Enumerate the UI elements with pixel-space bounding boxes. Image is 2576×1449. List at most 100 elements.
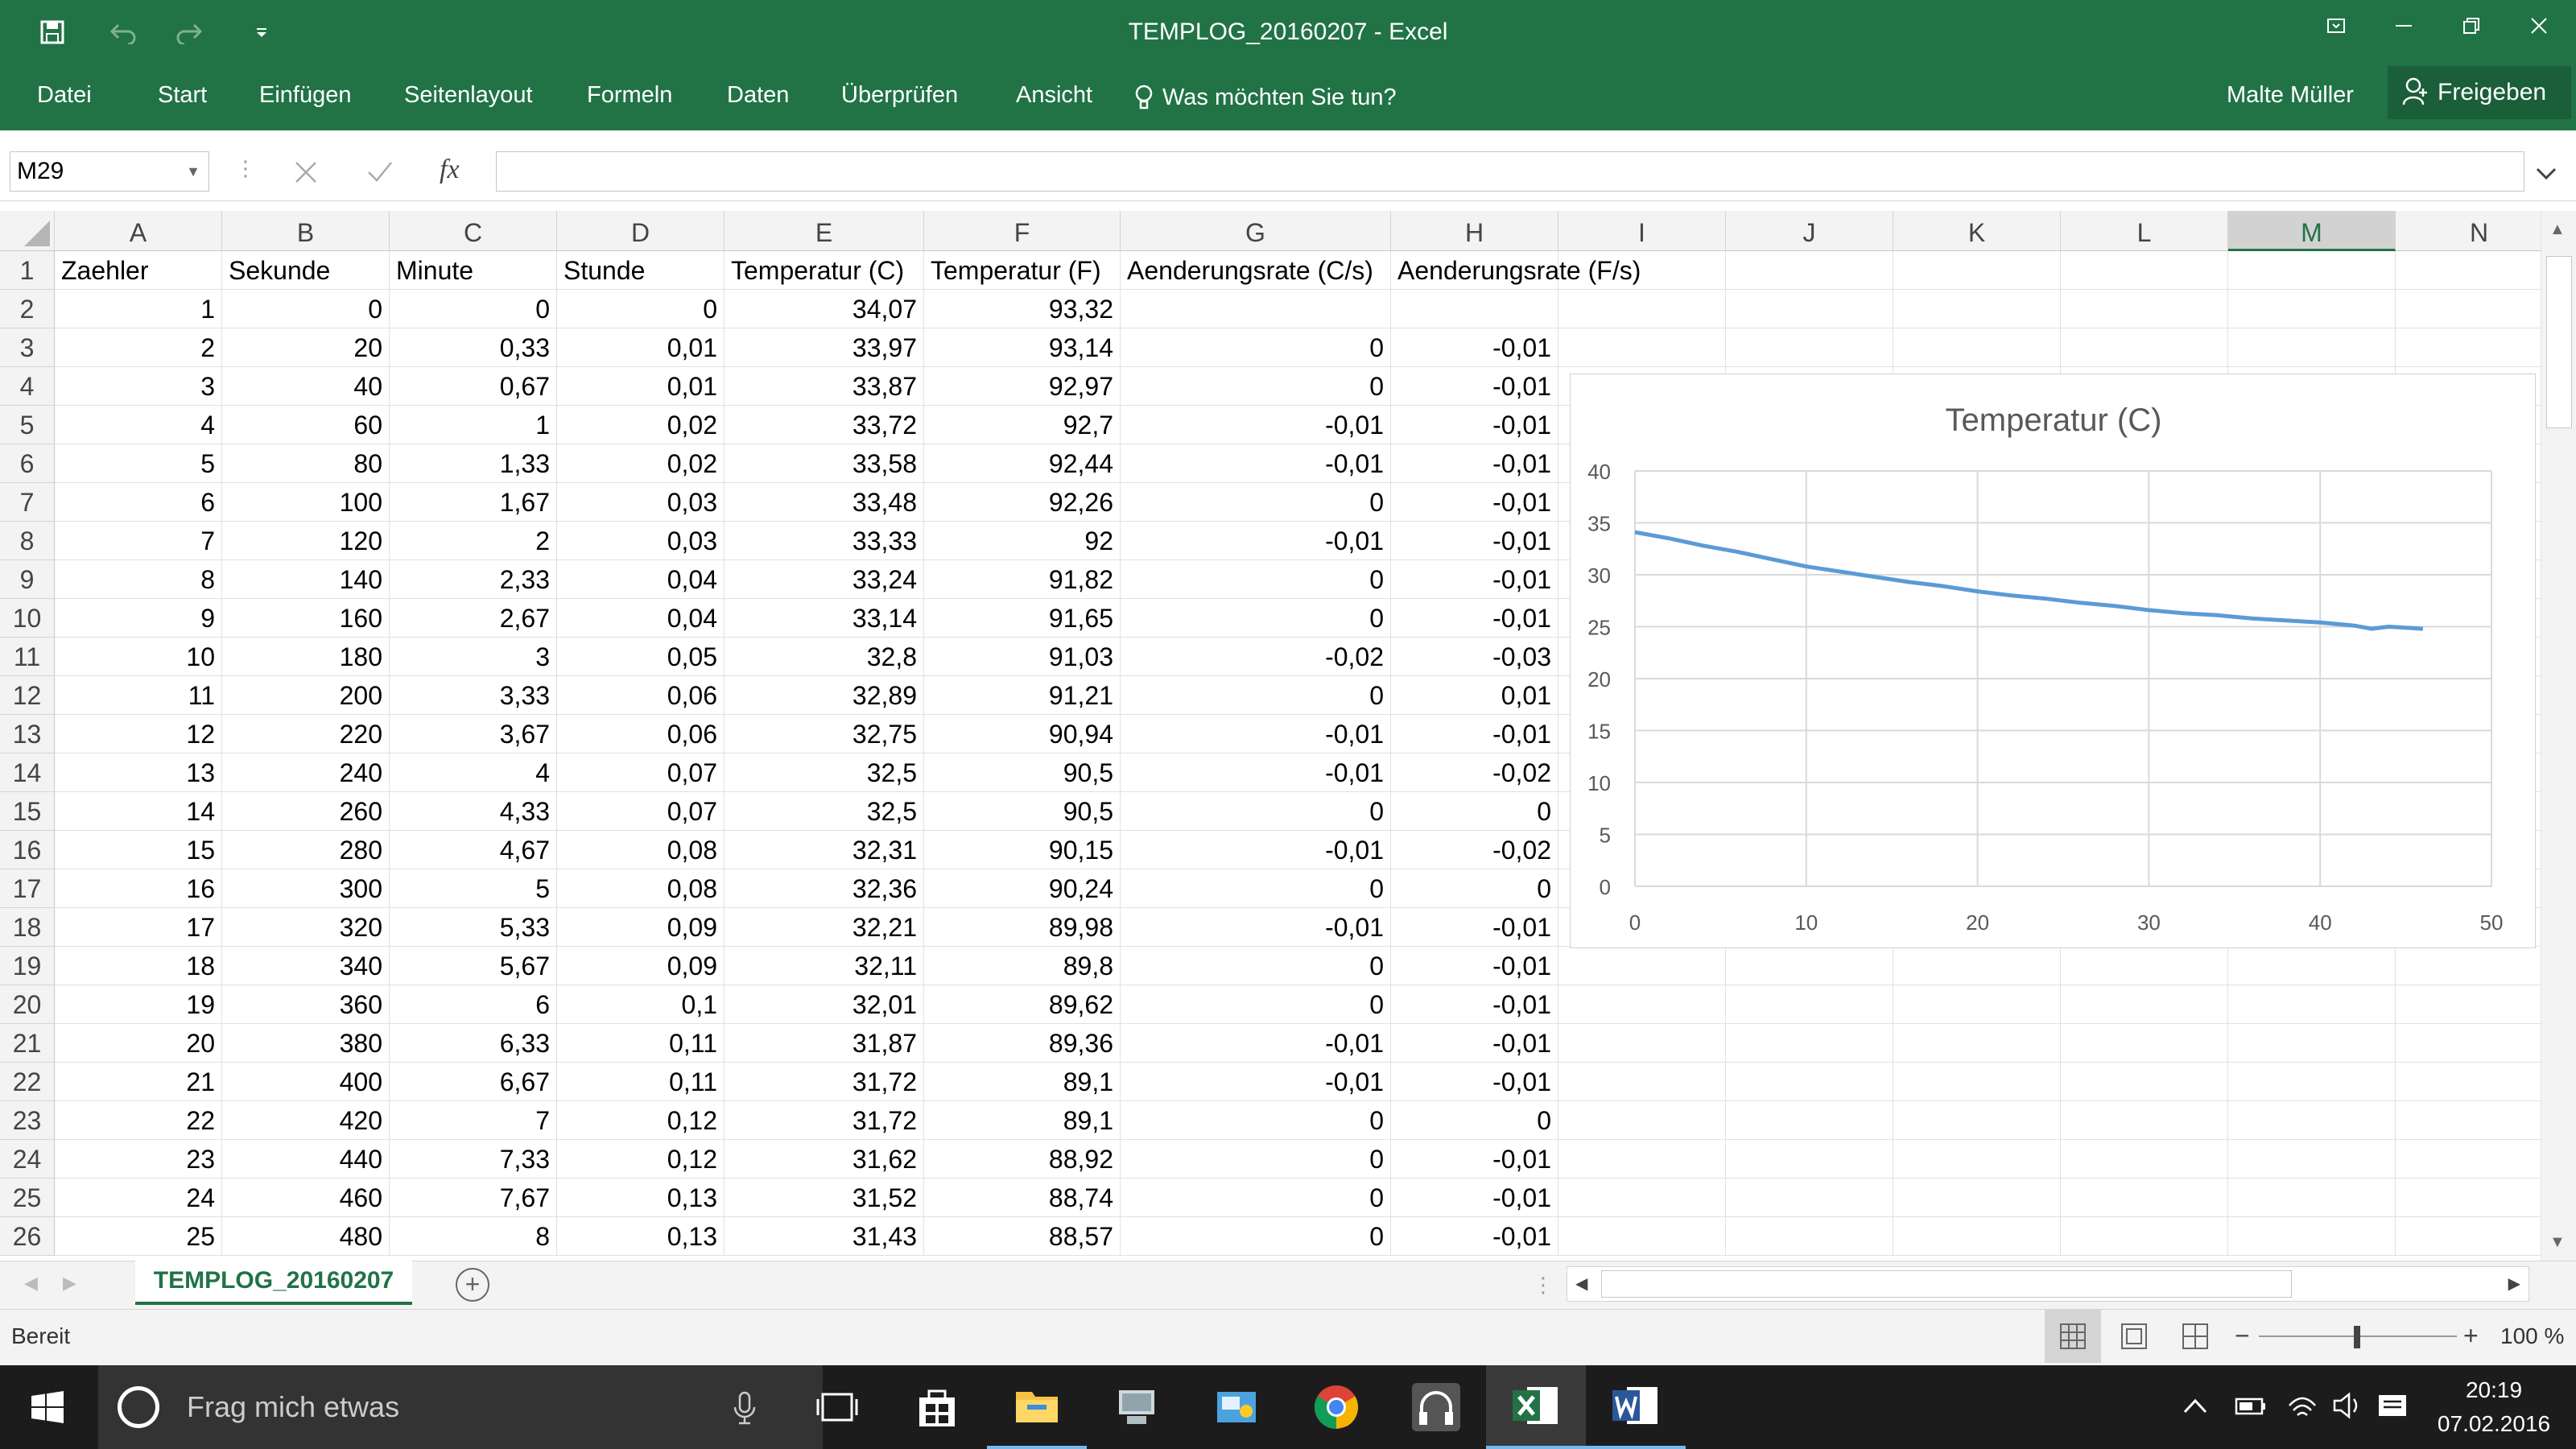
row-header[interactable]: 16 (0, 831, 55, 869)
table-cell[interactable]: 0 (1121, 1140, 1391, 1179)
column-header[interactable]: B (222, 211, 390, 251)
table-cell[interactable]: 0,03 (557, 522, 724, 560)
user-name[interactable]: Malte Müller (2227, 64, 2354, 130)
table-cell[interactable]: 0,08 (557, 831, 724, 869)
table-cell[interactable]: 14 (55, 792, 222, 831)
table-cell[interactable]: 31,43 (724, 1217, 924, 1256)
wifi-icon[interactable] (2286, 1391, 2318, 1424)
table-cell[interactable] (1893, 290, 2061, 328)
share-button[interactable]: Freigeben (2388, 66, 2571, 119)
table-cell[interactable]: 32,11 (724, 947, 924, 985)
table-cell[interactable]: 34,07 (724, 290, 924, 328)
table-cell[interactable]: -0,02 (1391, 831, 1558, 869)
table-cell[interactable] (2228, 1140, 2396, 1179)
table-cell[interactable] (1726, 1140, 1893, 1179)
table-cell[interactable]: 100 (222, 483, 390, 522)
row-header[interactable]: 13 (0, 715, 55, 753)
row-header[interactable]: 11 (0, 638, 55, 676)
table-cell[interactable]: 0,11 (557, 1063, 724, 1101)
table-cell[interactable]: 360 (222, 985, 390, 1024)
table-cell[interactable]: 0,12 (557, 1140, 724, 1179)
table-cell[interactable] (2061, 328, 2228, 367)
tab-ansicht[interactable]: Ansicht (1016, 64, 1092, 130)
table-cell[interactable]: 1,33 (390, 444, 557, 483)
table-cell[interactable] (1558, 1101, 1726, 1140)
table-cell[interactable]: 5 (390, 869, 557, 908)
table-cell[interactable]: -0,01 (1391, 715, 1558, 753)
excel-taskbar-icon[interactable] (1486, 1365, 1586, 1449)
tab-start[interactable]: Start (158, 64, 207, 130)
restore-icon[interactable] (2438, 0, 2505, 52)
table-cell[interactable]: 2,33 (390, 560, 557, 599)
table-cell[interactable]: 0 (1121, 367, 1391, 406)
table-cell[interactable]: 320 (222, 908, 390, 947)
table-cell[interactable] (1726, 947, 1893, 985)
table-cell[interactable]: 91,82 (924, 560, 1121, 599)
table-cell[interactable]: 32,8 (724, 638, 924, 676)
tab-formeln[interactable]: Formeln (587, 64, 672, 130)
table-cell[interactable] (1558, 1063, 1726, 1101)
row-header[interactable]: 25 (0, 1179, 55, 1217)
table-cell[interactable] (1893, 1063, 2061, 1101)
tab-einfuegen[interactable]: Einfügen (259, 64, 352, 130)
table-cell[interactable] (1893, 328, 2061, 367)
table-cell[interactable]: 31,87 (724, 1024, 924, 1063)
table-cell[interactable] (2228, 985, 2396, 1024)
table-cell[interactable]: 160 (222, 599, 390, 638)
table-cell[interactable]: 17 (55, 908, 222, 947)
row-header[interactable]: 22 (0, 1063, 55, 1101)
page-break-preview-icon[interactable] (2167, 1310, 2223, 1363)
table-cell[interactable]: -0,01 (1121, 753, 1391, 792)
table-cell[interactable]: -0,01 (1391, 483, 1558, 522)
table-cell[interactable]: 12 (55, 715, 222, 753)
table-cell[interactable]: 32,31 (724, 831, 924, 869)
word-taskbar-icon[interactable] (1586, 1365, 1686, 1449)
table-cell[interactable]: 240 (222, 753, 390, 792)
table-cell[interactable] (1893, 1024, 2061, 1063)
table-cell[interactable]: 90,94 (924, 715, 1121, 753)
table-cell[interactable]: 31,72 (724, 1101, 924, 1140)
table-cell[interactable] (1726, 1101, 1893, 1140)
zoom-out-icon[interactable]: − (2235, 1321, 2250, 1351)
table-cell[interactable]: 32,89 (724, 676, 924, 715)
table-cell[interactable]: 6,33 (390, 1024, 557, 1063)
row-header[interactable]: 21 (0, 1024, 55, 1063)
table-cell[interactable]: 4,67 (390, 831, 557, 869)
column-header[interactable]: F (924, 211, 1121, 251)
table-cell[interactable]: 340 (222, 947, 390, 985)
table-cell[interactable] (1558, 328, 1726, 367)
zoom-slider-thumb[interactable] (2354, 1326, 2360, 1348)
table-cell[interactable]: 480 (222, 1217, 390, 1256)
scroll-right-icon[interactable]: ▶ (2508, 1274, 2520, 1294)
table-cell[interactable]: 33,24 (724, 560, 924, 599)
table-cell[interactable]: 0,02 (557, 444, 724, 483)
table-cell[interactable] (1558, 290, 1726, 328)
column-header[interactable]: J (1726, 211, 1893, 251)
table-cell[interactable]: -0,01 (1121, 522, 1391, 560)
horizontal-scrollbar[interactable]: ◀ ▶ (1567, 1266, 2529, 1302)
table-cell[interactable]: -0,01 (1391, 1179, 1558, 1217)
table-cell[interactable]: 20 (222, 328, 390, 367)
table-cell[interactable] (1558, 1179, 1726, 1217)
table-cell[interactable]: 0,09 (557, 947, 724, 985)
table-cell[interactable]: 11 (55, 676, 222, 715)
header-cell[interactable]: Stunde (557, 251, 724, 290)
table-cell[interactable]: 0,04 (557, 560, 724, 599)
table-cell[interactable] (2396, 1217, 2541, 1256)
table-cell[interactable] (2228, 328, 2396, 367)
table-cell[interactable]: 0 (1121, 985, 1391, 1024)
table-cell[interactable]: 92,97 (924, 367, 1121, 406)
table-cell[interactable] (2061, 985, 2228, 1024)
table-cell[interactable]: 89,1 (924, 1101, 1121, 1140)
network-computer-icon[interactable] (1087, 1365, 1187, 1449)
table-cell[interactable]: 0,03 (557, 483, 724, 522)
table-cell[interactable] (2061, 1217, 2228, 1256)
row-header[interactable]: 2 (0, 290, 55, 328)
table-cell[interactable] (1558, 1140, 1726, 1179)
expand-formula-icon[interactable] (2533, 159, 2560, 191)
table-cell[interactable]: 0 (1121, 328, 1391, 367)
table-cell[interactable]: 0 (1121, 947, 1391, 985)
enter-icon[interactable] (364, 153, 396, 192)
row-header[interactable]: 9 (0, 560, 55, 599)
table-cell[interactable]: 0,06 (557, 715, 724, 753)
